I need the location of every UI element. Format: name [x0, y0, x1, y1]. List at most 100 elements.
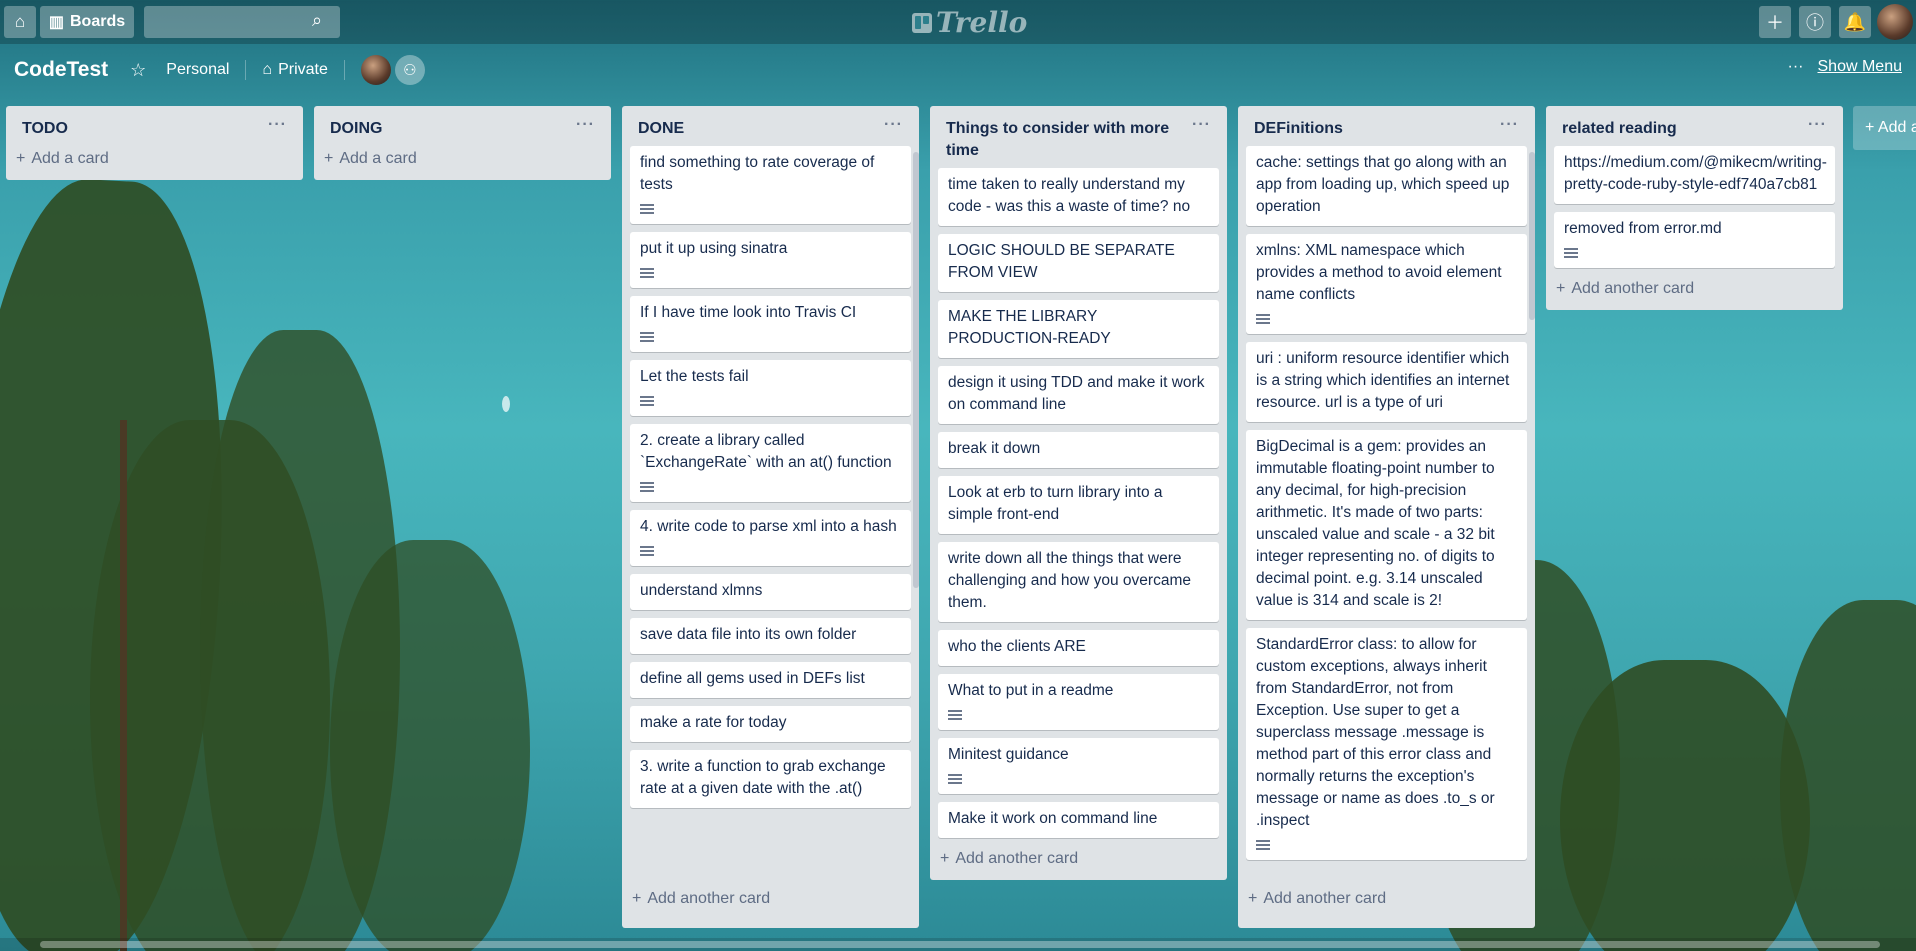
card[interactable]: If I have time look into Travis CI: [630, 296, 911, 352]
card-title: understand xlmns: [640, 582, 763, 599]
card[interactable]: design it using TDD and make it work on …: [938, 366, 1219, 424]
add-card-button[interactable]: + Add another card: [1246, 886, 1527, 912]
card[interactable]: BigDecimal is a gem: provides an immutab…: [1246, 430, 1527, 620]
card-title: If I have time look into Travis CI: [640, 304, 857, 321]
card-title: MAKE THE LIBRARY PRODUCTION-READY: [948, 308, 1111, 347]
list-related-reading: related reading ··· https://medium.com/@m…: [1546, 106, 1843, 310]
card[interactable]: MAKE THE LIBRARY PRODUCTION-READY: [938, 300, 1219, 358]
card[interactable]: 4. write code to parse xml into a hash: [630, 510, 911, 566]
board-horizontal-scrollbar[interactable]: [0, 938, 1916, 951]
card[interactable]: make a rate for today: [630, 706, 911, 742]
card[interactable]: removed from error.md: [1554, 212, 1835, 268]
card[interactable]: Let the tests fail: [630, 360, 911, 416]
list-title[interactable]: TODO: [22, 118, 68, 140]
user-avatar[interactable]: [1877, 4, 1913, 40]
description-icon: [1564, 248, 1578, 258]
notifications-button[interactable]: 🔔: [1839, 6, 1871, 38]
list-menu-icon[interactable]: ···: [1192, 117, 1211, 133]
list-title[interactable]: Things to consider with more time: [946, 118, 1192, 162]
card[interactable]: uri : uniform resource identifier which …: [1246, 342, 1527, 422]
card-title: put it up using sinatra: [640, 240, 788, 257]
card-title: What to put in a readme: [948, 682, 1114, 699]
card-title: Make it work on command line: [948, 810, 1158, 827]
plus-icon: +: [324, 150, 334, 167]
add-card-button[interactable]: + Add another card: [630, 886, 911, 912]
add-card-label: Add another card: [647, 890, 771, 907]
card-container: https://medium.com/@mikecm/writing-prett…: [1554, 146, 1835, 276]
card[interactable]: put it up using sinatra: [630, 232, 911, 288]
invite-member-button[interactable]: ⚇: [394, 55, 425, 85]
info-button[interactable]: ⓘ: [1799, 6, 1831, 38]
card[interactable]: Make it work on command line: [938, 802, 1219, 838]
description-icon: [640, 204, 654, 214]
add-card-button[interactable]: + Add another card: [1554, 276, 1835, 302]
card-title: Let the tests fail: [640, 368, 749, 385]
card-container: cache: settings that go along with an ap…: [1246, 146, 1527, 886]
card[interactable]: StandardError class: to allow for custom…: [1246, 628, 1527, 860]
card[interactable]: cache: settings that go along with an ap…: [1246, 146, 1527, 226]
add-list-button[interactable]: + Add another list: [1853, 106, 1916, 150]
more-icon: ···: [1787, 58, 1804, 75]
list-menu-icon[interactable]: ···: [1808, 117, 1827, 133]
card[interactable]: What to put in a readme: [938, 674, 1219, 730]
card[interactable]: save data file into its own folder: [630, 618, 911, 654]
card-title: make a rate for today: [640, 714, 787, 731]
scrollbar-thumb[interactable]: [40, 941, 1880, 948]
search-input[interactable]: [144, 6, 340, 38]
add-card-button[interactable]: + Add another card: [938, 846, 1219, 872]
card[interactable]: understand xlmns: [630, 574, 911, 610]
card[interactable]: break it down: [938, 432, 1219, 468]
card[interactable]: 3. write a function to grab exchange rat…: [630, 750, 911, 808]
card[interactable]: time taken to really understand my code …: [938, 168, 1219, 226]
list-menu-icon[interactable]: ···: [884, 117, 903, 133]
list-title[interactable]: DEFinitions: [1254, 118, 1343, 140]
description-icon: [948, 710, 962, 720]
list-definitions: DEFinitions ··· cache: settings that go a…: [1238, 106, 1535, 928]
list-scrollbar[interactable]: [913, 152, 919, 588]
plus-icon: +: [940, 850, 950, 867]
list-scrollbar[interactable]: [1529, 152, 1535, 320]
card[interactable]: who the clients ARE: [938, 630, 1219, 666]
list-menu-icon[interactable]: ···: [268, 117, 287, 133]
star-board-button[interactable]: ☆: [120, 54, 156, 87]
add-card-button[interactable]: + Add a card: [14, 146, 295, 172]
board-title[interactable]: CodeTest: [14, 58, 108, 82]
boards-icon: ▥: [48, 14, 64, 31]
card[interactable]: https://medium.com/@mikecm/writing-prett…: [1554, 146, 1835, 204]
card[interactable]: LOGIC SHOULD BE SEPARATE FROM VIEW: [938, 234, 1219, 292]
card-title: Look at erb to turn library into a simpl…: [948, 484, 1163, 523]
card[interactable]: find something to rate coverage of tests: [630, 146, 911, 224]
add-list-label: + Add another list: [1865, 119, 1916, 136]
card-title: who the clients ARE: [948, 638, 1086, 655]
search-icon[interactable]: ⌕: [312, 10, 322, 31]
description-icon: [640, 396, 654, 406]
description-icon: [640, 332, 654, 342]
add-card-label: Add another card: [1571, 280, 1695, 297]
member-avatar[interactable]: [360, 55, 391, 85]
list-menu-icon[interactable]: ···: [576, 117, 595, 133]
team-button[interactable]: Personal: [156, 55, 239, 85]
card[interactable]: 2. create a library called `ExchangeRate…: [630, 424, 911, 502]
boards-button[interactable]: ▥ Boards: [40, 6, 134, 38]
board-header: CodeTest ☆ Personal ⌂ Private ⚇ ··· Show…: [0, 44, 1916, 96]
card[interactable]: write down all the things that were chal…: [938, 542, 1219, 622]
plus-icon: +: [1556, 280, 1566, 297]
trello-logo[interactable]: Trello: [912, 6, 1027, 39]
list-title[interactable]: DONE: [638, 118, 684, 140]
home-button[interactable]: ⌂: [4, 6, 36, 38]
card[interactable]: Minitest guidance: [938, 738, 1219, 794]
list-title[interactable]: DOING: [330, 118, 382, 140]
card[interactable]: Look at erb to turn library into a simpl…: [938, 476, 1219, 534]
card[interactable]: define all gems used in DEFs list: [630, 662, 911, 698]
create-button[interactable]: ＋: [1759, 6, 1791, 38]
card-title: StandardError class: to allow for custom…: [1256, 636, 1495, 829]
list-title[interactable]: related reading: [1562, 118, 1677, 140]
add-card-button[interactable]: + Add a card: [322, 146, 603, 172]
card-title: design it using TDD and make it work on …: [948, 374, 1205, 413]
show-menu-button[interactable]: ··· Show Menu: [1788, 58, 1902, 76]
description-icon: [948, 774, 962, 784]
visibility-button[interactable]: ⌂ Private: [252, 55, 337, 85]
show-menu-label: Show Menu: [1817, 58, 1903, 75]
card[interactable]: xmlns: XML namespace which provides a me…: [1246, 234, 1527, 334]
list-menu-icon[interactable]: ···: [1500, 117, 1519, 133]
